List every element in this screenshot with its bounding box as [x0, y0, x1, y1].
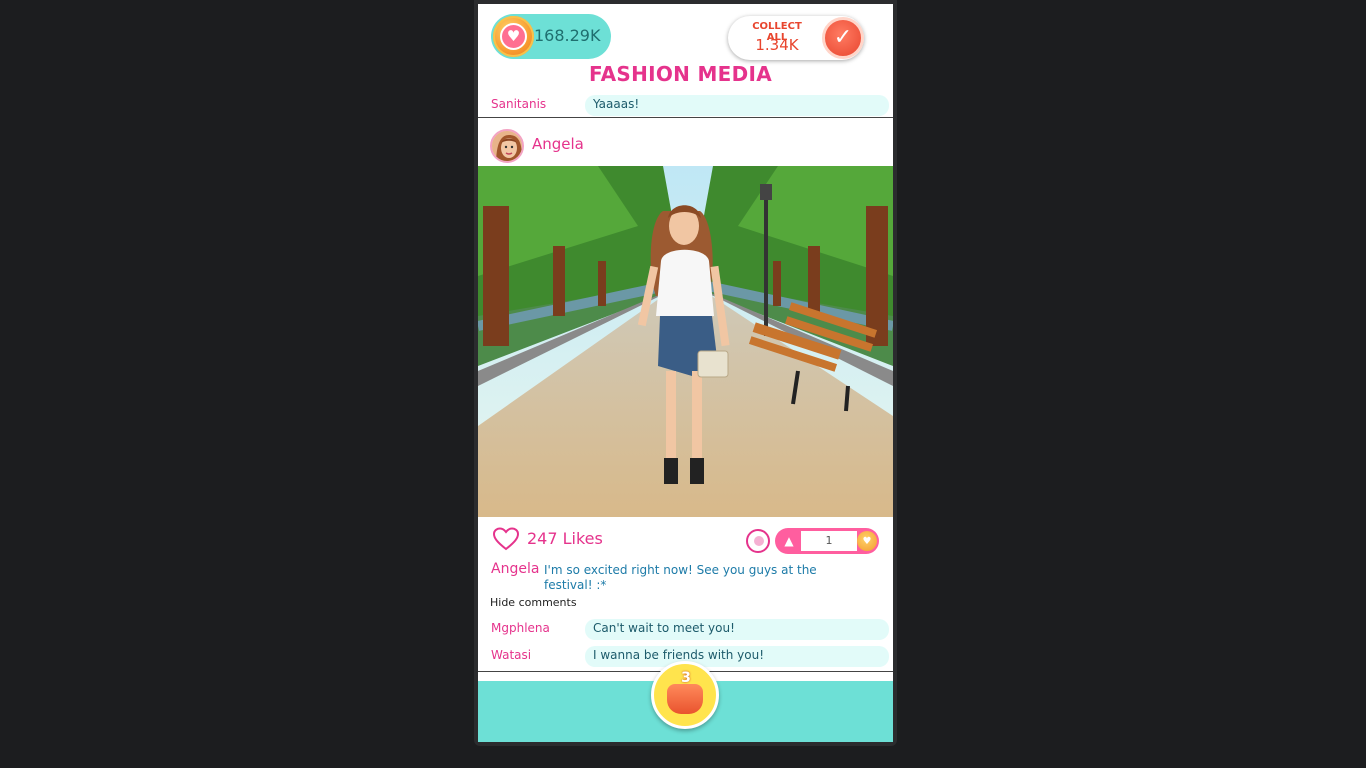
collect-all-value: 1.34K — [755, 36, 799, 54]
collect-all-button[interactable]: ✓ — [822, 17, 864, 59]
arrow-up-icon[interactable]: ▲ — [779, 532, 799, 550]
post-author[interactable]: Angela — [532, 135, 584, 153]
hide-comments-link[interactable]: Hide comments — [490, 596, 577, 609]
avatar[interactable] — [490, 129, 524, 163]
comment-user[interactable]: Watasi — [491, 648, 531, 662]
comment-user[interactable]: Mgphlena — [491, 621, 550, 635]
heart-coin-icon: ♥ — [493, 16, 534, 57]
post-divider — [478, 117, 893, 118]
phone-frame: ♥ 168.29K COLLECT ALL 1.34K ✓ FASHION ME… — [474, 0, 897, 746]
caption-text: I'm so excited right now! See you guys a… — [544, 563, 817, 592]
game-screen: ♥ 168.29K COLLECT ALL 1.34K ✓ FASHION ME… — [478, 4, 893, 742]
checkmark-icon: ✓ — [833, 25, 853, 50]
comment-user[interactable]: Sanitanis — [491, 97, 546, 111]
boost-value: 1 — [801, 531, 857, 551]
comment-text: Yaaaas! — [585, 95, 889, 116]
post-photo — [478, 166, 893, 517]
boost-control[interactable]: ▲ 1 ♥ — [775, 528, 879, 554]
bag-count: 3 — [681, 670, 691, 686]
comment-text: Can't wait to meet you! — [585, 619, 889, 640]
comment-text: I wanna be friends with you! — [585, 646, 889, 667]
likes-count: 247 Likes — [527, 529, 603, 548]
shopping-bag-icon — [667, 684, 703, 714]
boost-icon[interactable] — [746, 529, 770, 553]
shopping-bag-button[interactable]: 3 — [651, 661, 719, 729]
page-title: FASHION MEDIA — [588, 62, 773, 86]
caption-user[interactable]: Angela — [491, 561, 539, 577]
hearts-value: 168.29K — [534, 26, 601, 45]
heart-coin-icon: ♥ — [857, 531, 877, 551]
heart-outline-icon[interactable] — [492, 527, 520, 551]
